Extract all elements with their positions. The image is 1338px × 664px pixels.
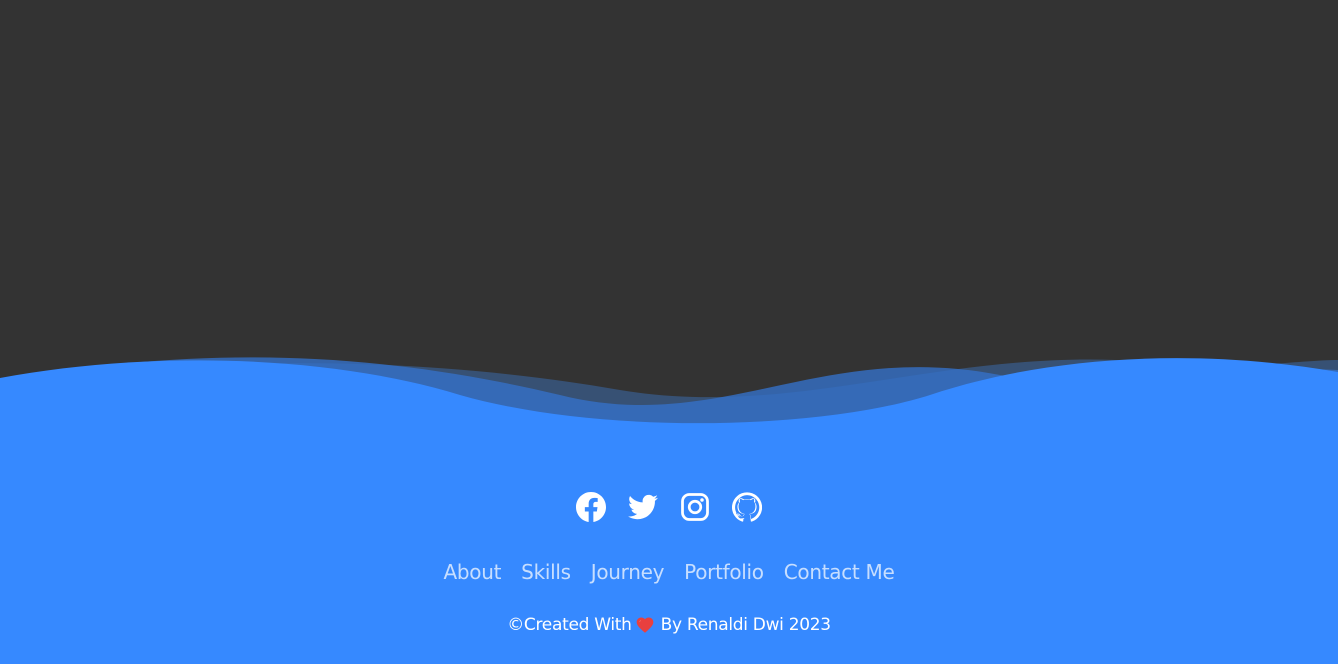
heart-icon: [635, 615, 655, 635]
page: About Skills Journey Portfolio Contact M…: [0, 0, 1338, 664]
nav-link-skills[interactable]: Skills: [521, 560, 571, 584]
facebook-link[interactable]: [576, 492, 606, 522]
footer-nav: About Skills Journey Portfolio Contact M…: [0, 560, 1338, 584]
nav-link-journey[interactable]: Journey: [591, 560, 665, 584]
twitter-link[interactable]: [628, 492, 658, 522]
nav-link-about[interactable]: About: [444, 560, 502, 584]
twitter-icon: [628, 494, 658, 520]
nav-link-contact[interactable]: Contact Me: [784, 560, 895, 584]
credit-suffix: By Renaldi Dwi 2023: [660, 615, 831, 635]
credit-prefix: ©Created With: [507, 615, 632, 635]
social-links: [0, 492, 1338, 522]
instagram-link[interactable]: [680, 492, 710, 522]
copyright-text: ©Created With By Renaldi Dwi 2023: [0, 614, 1338, 636]
github-link[interactable]: [732, 492, 762, 522]
github-icon: [732, 492, 762, 522]
instagram-icon: [681, 493, 709, 521]
footer: About Skills Journey Portfolio Contact M…: [0, 430, 1338, 664]
nav-link-portfolio[interactable]: Portfolio: [684, 560, 764, 584]
facebook-icon: [576, 492, 606, 522]
